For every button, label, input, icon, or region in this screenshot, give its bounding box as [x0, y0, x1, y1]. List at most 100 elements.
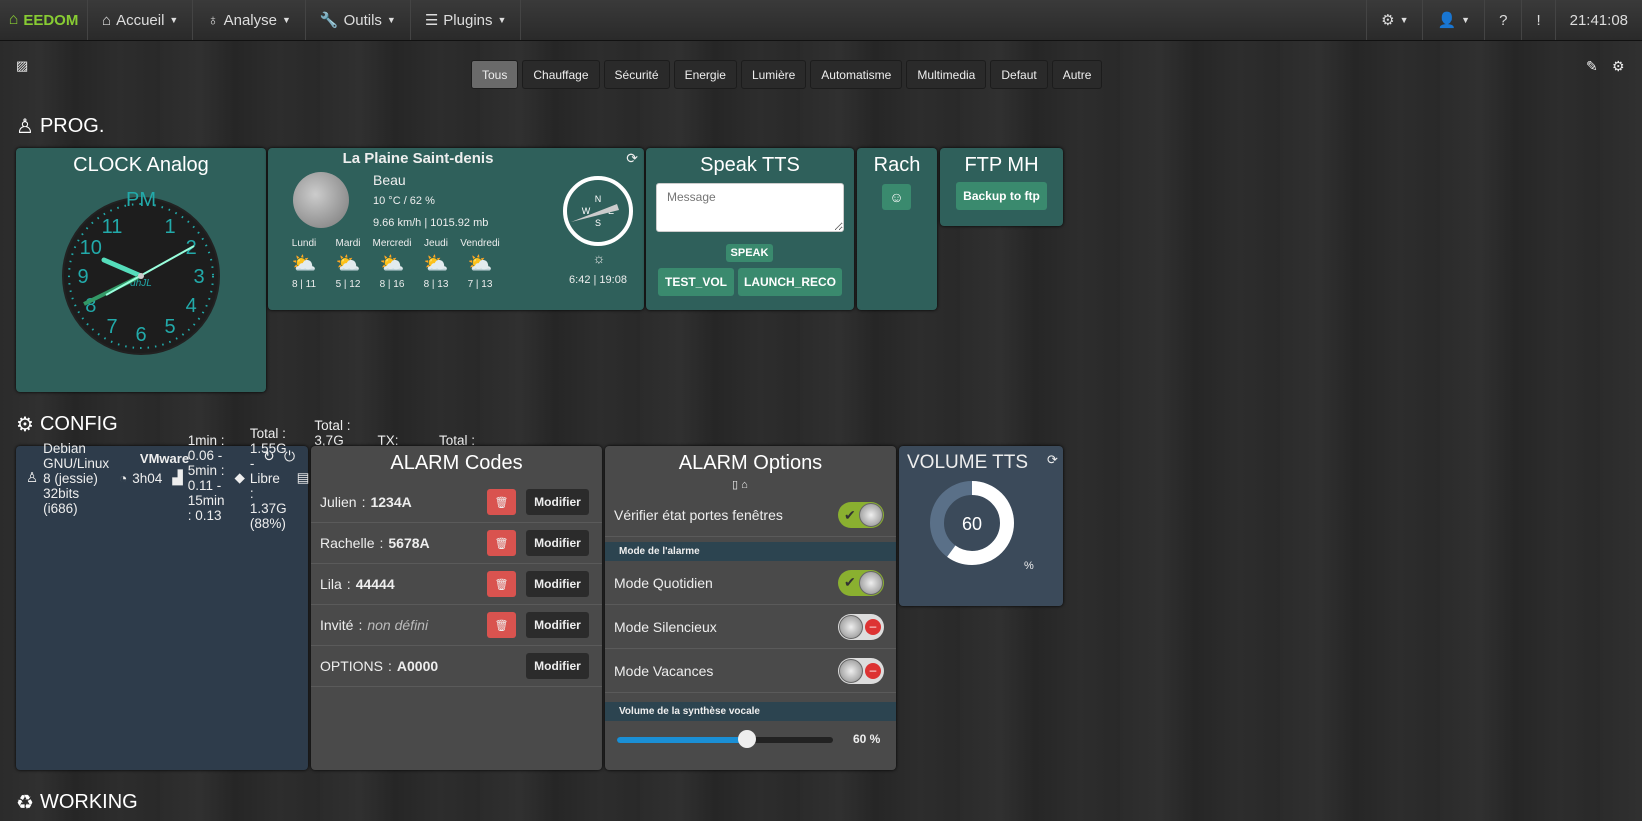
- tab-6[interactable]: Multimedia: [906, 60, 987, 89]
- modify-button[interactable]: Modifier: [526, 571, 589, 597]
- weather-wind: 9.66 km/h | 1015.92 mb: [373, 217, 489, 229]
- image-icon[interactable]: ▨: [16, 58, 28, 74]
- trash-icon: 🗑: [494, 619, 509, 632]
- code-row: OPTIONS: A0000 Modifier: [311, 646, 602, 687]
- mode-row: Mode Quotidien ✔: [605, 561, 896, 605]
- stethoscope-icon: ♁: [207, 11, 219, 29]
- cogs-icon: ⚙: [1381, 12, 1395, 29]
- day-temps: 8 | 16: [379, 279, 405, 290]
- delete-button[interactable]: 🗑: [487, 612, 516, 638]
- vm-value: Total : 1.55G - Libre : 1.37G (88%): [249, 425, 287, 531]
- cogs-icon[interactable]: ⚙: [1612, 58, 1625, 75]
- memory-icon: ◆: [234, 470, 245, 485]
- code-name: Julien: [320, 494, 357, 510]
- minus-icon: –: [865, 618, 881, 635]
- vm-value: 3h04: [132, 470, 163, 486]
- volume-slider[interactable]: [617, 730, 833, 748]
- rach-widget: Rach ☺: [857, 148, 937, 310]
- message-input[interactable]: [656, 183, 844, 232]
- section-config: ⚙ CONFIG: [16, 412, 118, 437]
- toggle-knob: [859, 570, 883, 595]
- tab-2[interactable]: Sécurité: [603, 60, 670, 89]
- pencil-icon[interactable]: ✎: [1586, 58, 1598, 75]
- modify-button[interactable]: Modifier: [526, 530, 589, 556]
- section-title: PROG.: [39, 115, 105, 137]
- refresh-icon[interactable]: ↻: [263, 448, 275, 465]
- tab-1[interactable]: Chauffage: [522, 60, 600, 89]
- vm-line: ◔ 3h04: [114, 468, 162, 488]
- user-menu[interactable]: 👤 ▼: [1422, 0, 1484, 40]
- check-doors-toggle[interactable]: ✔: [838, 502, 884, 528]
- trash-icon: 🗑: [494, 578, 509, 591]
- forecast-day: Mercredi ⛅ 8 | 16: [370, 238, 414, 290]
- sunrise-sunset: 6:42 | 19:08: [569, 274, 627, 286]
- section-title: WORKING: [39, 791, 138, 813]
- nav-accueil[interactable]: ⌂ Accueil ▼: [88, 0, 194, 40]
- code-value: non défini: [367, 617, 429, 633]
- alarm-codes-widget: ALARM Codes Julien:1234A 🗑 Modifier Rachell…: [311, 446, 602, 770]
- tab-8[interactable]: Autre: [1051, 60, 1103, 89]
- volume-tts-widget: VOLUME TTS ⟳ 60 %: [899, 446, 1063, 606]
- dashboard-icon: ◔: [119, 470, 128, 486]
- clock-number: 10: [80, 237, 102, 259]
- nav-outils[interactable]: 🔧 Outils ▼: [306, 0, 411, 40]
- mode-toggle[interactable]: –: [838, 613, 884, 640]
- day-name: Jeudi: [424, 238, 448, 249]
- refresh-icon[interactable]: ⟳: [626, 150, 638, 167]
- clock-number: 7: [106, 316, 117, 338]
- clock-number: 1: [164, 216, 175, 238]
- backup-ftp-button[interactable]: Backup to ftp: [956, 182, 1047, 210]
- alert-button[interactable]: !: [1521, 0, 1554, 40]
- colon: :: [346, 576, 351, 592]
- widget-title: Speak TTS: [700, 154, 800, 176]
- nav-label: Outils: [343, 11, 382, 29]
- help-button[interactable]: ?: [1484, 0, 1521, 40]
- vm-value: Debian GNU/Linux 8 (jessie) 32bits (i686…: [43, 440, 110, 516]
- widget-title: ALARM Options: [678, 452, 823, 474]
- launch-reco-button[interactable]: LAUNCH_RECO: [738, 268, 842, 296]
- refresh-icon[interactable]: ⟳: [1047, 452, 1058, 468]
- check-doors-row: Vérifier état portes fenêtres ✔: [605, 494, 896, 537]
- analog-clock: 1234567891011 PM dhJL: [62, 189, 220, 355]
- speak-tts-widget: Speak TTS SPEAK TEST_VOL LAUNCH_RECO: [646, 148, 854, 310]
- colon: :: [358, 617, 363, 633]
- modify-button[interactable]: Modifier: [526, 653, 589, 679]
- day-name: Mercredi: [372, 238, 412, 249]
- delete-button[interactable]: 🗑: [487, 571, 516, 597]
- weather-temp: 10 °C / 62 %: [373, 195, 435, 207]
- mode-label: Mode Quotidien: [614, 574, 713, 591]
- settings-menu[interactable]: ⚙ ▼: [1366, 0, 1422, 40]
- clock-number: 6: [135, 324, 146, 346]
- tab-4[interactable]: Lumière: [740, 60, 807, 89]
- caret-down-icon: ▼: [386, 15, 396, 25]
- caret-down-icon: ▼: [497, 15, 507, 25]
- recycle-icon: ♻: [16, 792, 34, 814]
- forecast-day: Mardi ⛅ 5 | 12: [326, 238, 370, 290]
- jeedom-logo[interactable]: ⌂ EEDOM: [0, 0, 88, 40]
- power-icon[interactable]: ⏻: [284, 448, 295, 465]
- modify-button[interactable]: Modifier: [526, 489, 589, 515]
- code-value: 5678A: [388, 535, 430, 551]
- mode-toggle[interactable]: –: [838, 657, 884, 684]
- smiley-button[interactable]: ☺: [882, 184, 911, 210]
- tab-7[interactable]: Defaut: [990, 60, 1048, 89]
- test-vol-button[interactable]: TEST_VOL: [658, 268, 734, 296]
- code-row: Julien:1234A 🗑 Modifier: [311, 482, 602, 523]
- code-value: 44444: [355, 576, 395, 592]
- tab-0[interactable]: Tous: [471, 60, 519, 89]
- caret-down-icon: ▼: [169, 15, 179, 25]
- delete-button[interactable]: 🗑: [487, 530, 516, 556]
- nav-label: Analyse: [223, 11, 277, 29]
- tab-5[interactable]: Automatisme: [810, 60, 903, 89]
- mode-toggle[interactable]: ✔: [838, 569, 884, 596]
- delete-button[interactable]: 🗑: [487, 489, 516, 515]
- tab-3[interactable]: Energie: [673, 60, 737, 89]
- section-working: ♻ WORKING: [16, 790, 138, 815]
- clock-number: 9: [77, 266, 88, 288]
- nav-analyse[interactable]: ♁ Analyse ▼: [193, 0, 306, 40]
- mode-label: Mode Silencieux: [614, 618, 717, 635]
- nav-plugins[interactable]: ☰ Plugins ▼: [411, 0, 522, 40]
- speak-button[interactable]: SPEAK: [726, 244, 773, 262]
- clock-number: 3: [193, 266, 204, 288]
- modify-button[interactable]: Modifier: [526, 612, 589, 638]
